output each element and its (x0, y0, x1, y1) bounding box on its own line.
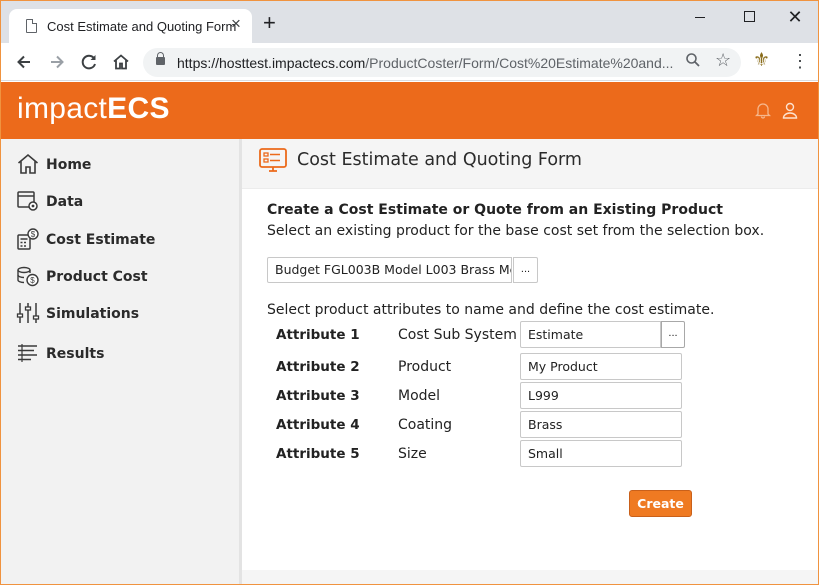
arrow-left-icon[interactable] (13, 51, 35, 73)
section-subtitle: Select an existing product for the base … (267, 223, 765, 239)
arrow-right-icon[interactable] (46, 51, 68, 73)
url-text: https://hosttest.impactecs.com/ProductCo… (177, 55, 674, 71)
attribute-name: Size (398, 446, 427, 462)
page-header: Cost Estimate and Quoting Form (242, 139, 818, 189)
home-icon[interactable] (110, 51, 132, 73)
attribute-1-input[interactable]: Estimate (520, 321, 661, 348)
sliders-icon (16, 301, 40, 325)
attribute-2-input[interactable]: My Product (520, 353, 682, 380)
minimize-icon[interactable] (690, 7, 710, 27)
attribute-key: Attribute 2 (276, 359, 360, 375)
attribute-key: Attribute 3 (276, 388, 360, 404)
product-select-input[interactable]: Budget FGL003B Model L003 Brass Mediu (267, 257, 512, 283)
home-icon (16, 152, 40, 176)
reload-icon[interactable] (78, 51, 100, 73)
browser-toolbar: https://hosttest.impactecs.com/ProductCo… (1, 43, 818, 81)
form-monitor-icon (258, 147, 288, 175)
sidebar-item-data[interactable]: Data (1, 186, 239, 216)
address-bar[interactable]: https://hosttest.impactecs.com/ProductCo… (143, 48, 741, 77)
star-icon[interactable]: ☆ (715, 50, 731, 71)
sidebar-item-results[interactable]: Results (1, 338, 239, 368)
page-title: Cost Estimate and Quoting Form (297, 150, 582, 170)
sidebar: Home Data $ Cost Estimate $ Product Cost… (1, 139, 242, 584)
attribute-key: Attribute 4 (276, 417, 360, 433)
plus-icon[interactable]: + (263, 12, 276, 34)
browser-window: Cost Estimate and Quoting Form × + ✕ htt… (0, 0, 819, 585)
attribute-1-browse-button[interactable]: ... (661, 321, 685, 348)
zoom-icon[interactable] (685, 52, 701, 72)
close-icon[interactable]: × (228, 15, 244, 32)
sidebar-item-simulations[interactable]: Simulations (1, 298, 239, 328)
fleur-de-lis-icon[interactable]: ⚜ (753, 51, 770, 71)
browser-tab[interactable]: Cost Estimate and Quoting Form × (9, 9, 252, 43)
coins-icon: $ (16, 264, 40, 288)
attribute-5-input[interactable]: Small (520, 440, 682, 467)
cost-estimate-icon: $ (16, 227, 40, 251)
attribute-row-1: Attribute 1 Cost Sub System Estimate ... (242, 321, 818, 349)
tab-strip: Cost Estimate and Quoting Form × + ✕ (1, 1, 818, 43)
svg-text:$: $ (30, 276, 35, 285)
attribute-row-4: Attribute 4 Coating Brass (242, 411, 818, 439)
section-title: Create a Cost Estimate or Quote from an … (267, 202, 723, 218)
kebab-menu-icon[interactable]: ⋮ (791, 51, 809, 71)
attribute-row-5: Attribute 5 Size Small (242, 440, 818, 468)
attribute-name: Coating (398, 417, 453, 433)
sidebar-item-product-cost[interactable]: $ Product Cost (1, 261, 239, 291)
footer-strip (242, 570, 818, 584)
attribute-row-2: Attribute 2 Product My Product (242, 353, 818, 381)
user-icon[interactable] (782, 101, 798, 119)
attribute-name: Cost Sub System (398, 327, 517, 343)
sidebar-item-home[interactable]: Home (1, 149, 239, 179)
lock-icon (156, 52, 165, 65)
app-header: impactECS (1, 82, 818, 139)
bell-icon[interactable] (754, 101, 772, 119)
create-button[interactable]: Create (629, 490, 692, 517)
sidebar-item-cost-estimate[interactable]: $ Cost Estimate (1, 224, 239, 254)
attribute-key: Attribute 1 (276, 327, 360, 343)
attribute-name: Model (398, 388, 441, 404)
svg-text:$: $ (31, 230, 36, 239)
tab-title: Cost Estimate and Quoting Form (47, 19, 237, 34)
attribute-4-input[interactable]: Brass (520, 411, 682, 438)
main-content: Cost Estimate and Quoting Form Create a … (242, 139, 818, 584)
window-close-icon[interactable]: ✕ (785, 7, 805, 27)
attribute-name: Product (398, 359, 452, 375)
attribute-row-3: Attribute 3 Model L999 (242, 382, 818, 410)
document-icon (26, 19, 37, 33)
data-settings-icon (16, 189, 40, 213)
maximize-icon[interactable] (739, 7, 759, 27)
logo[interactable]: impactECS (17, 92, 170, 126)
attributes-instruction: Select product attributes to name and de… (267, 302, 715, 318)
attribute-key: Attribute 5 (276, 446, 360, 462)
product-browse-button[interactable]: ... (513, 257, 538, 283)
results-table-icon (16, 341, 40, 365)
attribute-3-input[interactable]: L999 (520, 382, 682, 409)
